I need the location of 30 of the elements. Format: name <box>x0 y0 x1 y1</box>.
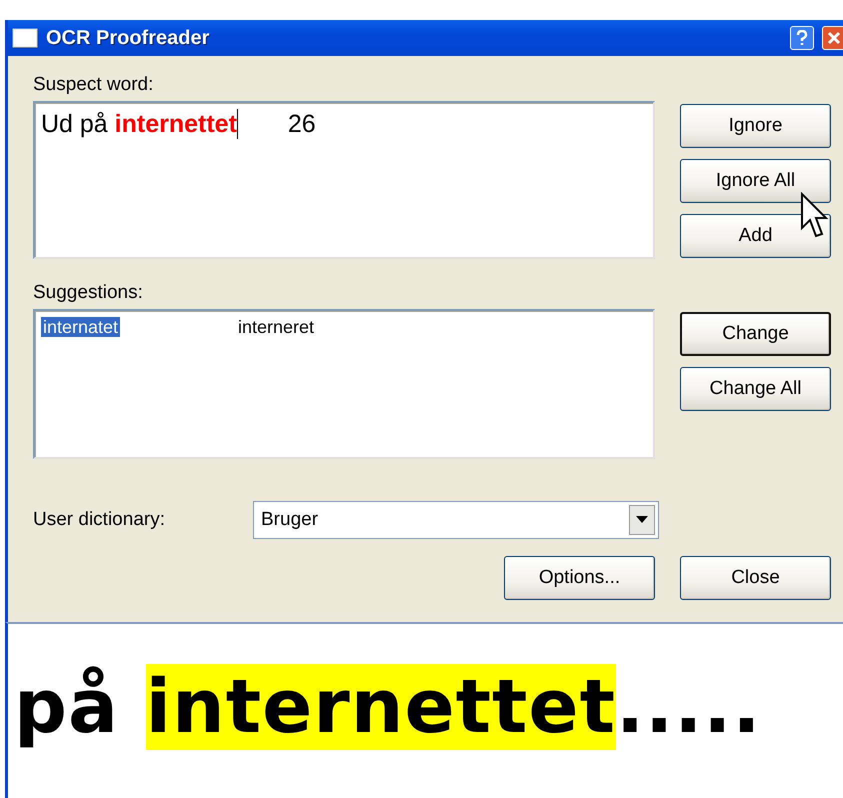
suspect-word-label: Suspect word: <box>33 74 154 97</box>
action-button[interactable]: Ignore All <box>680 159 831 203</box>
action-button[interactable]: Ignore <box>680 104 831 148</box>
position-number: 26 <box>288 110 316 138</box>
context-text: Ud på <box>41 110 109 138</box>
flagged-word: internettet <box>114 110 237 138</box>
suggestion-item[interactable]: internatet <box>41 317 120 337</box>
action-button[interactable]: Change All <box>680 367 831 411</box>
mouse-pointer-icon <box>800 192 830 240</box>
action-button[interactable]: Options... <box>504 556 655 600</box>
suggestions-label: Suggestions: <box>33 282 144 305</box>
suggestion-item[interactable]: interneret <box>236 317 316 337</box>
action-button[interactable]: Close <box>680 556 831 600</box>
window-icon <box>12 28 38 48</box>
highlighted-word: internettet <box>146 664 616 750</box>
dropdown-button[interactable] <box>629 505 655 535</box>
caret-icon <box>636 516 648 524</box>
action-button[interactable]: Change <box>680 312 831 356</box>
action-button[interactable]: Add <box>680 214 831 258</box>
suspect-word-field[interactable]: Ud på internettet 26 <box>33 101 655 259</box>
close-button[interactable] <box>822 26 843 50</box>
close-icon <box>827 31 841 45</box>
window-title: OCR Proofreader <box>46 26 210 50</box>
help-button[interactable] <box>790 26 814 50</box>
suggestions-list[interactable]: internatet interneret <box>33 309 655 459</box>
dictionary-dropdown[interactable]: Bruger <box>253 501 659 539</box>
question-mark-icon <box>796 30 808 46</box>
document-text: ..... <box>616 664 762 750</box>
user-dictionary-label: User dictionary: <box>33 509 166 531</box>
document-text: på <box>14 664 120 750</box>
